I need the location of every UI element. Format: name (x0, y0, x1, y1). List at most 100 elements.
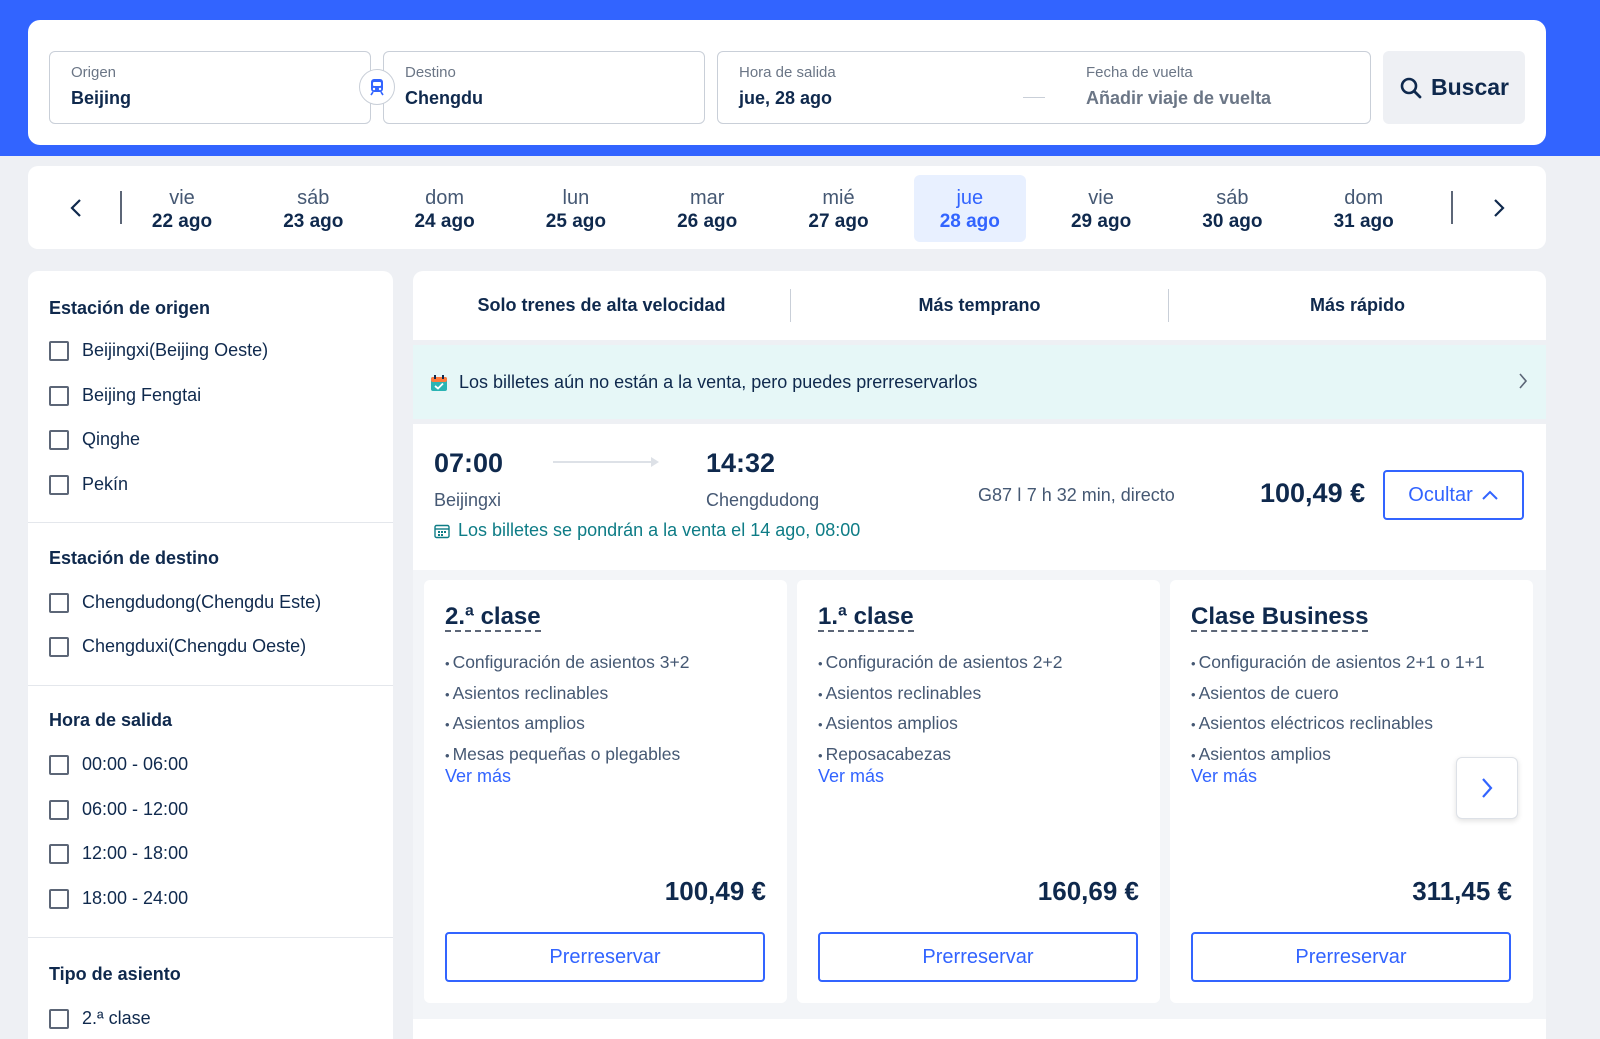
chevron-left-icon[interactable] (58, 190, 94, 226)
filter-option[interactable]: Qinghe (49, 429, 140, 450)
checkbox[interactable] (49, 754, 69, 775)
see-more-link[interactable]: Ver más (445, 766, 511, 787)
date-day-month: 30 ago (1202, 211, 1263, 232)
date-day-month: 27 ago (808, 211, 869, 232)
feature-list: Configuración de asientos 3+2 Asientos r… (445, 648, 690, 770)
date-weekday: sáb (1216, 187, 1249, 209)
calendar-icon (434, 524, 450, 538)
date-option[interactable]: sáb 23 ago (257, 175, 369, 242)
date-weekday: jue (956, 187, 984, 209)
filter-option-label: Beijing Fengtai (82, 385, 202, 405)
strip-divider (1451, 191, 1453, 224)
hide-button[interactable]: Ocultar (1383, 470, 1524, 520)
filter-option[interactable]: Beijing Fengtai (49, 385, 201, 406)
notice-text: Los billetes aún no están a la venta, pe… (459, 372, 978, 392)
date-weekday: vie (169, 187, 195, 209)
destination-field[interactable]: Destino Chengdu (383, 51, 705, 124)
filter-option[interactable]: 2.ª clase (49, 1008, 151, 1029)
filter-option[interactable]: 06:00 - 12:00 (49, 799, 188, 820)
departure-label: Hora de salida (739, 64, 836, 81)
chevron-right-icon[interactable] (1481, 190, 1517, 226)
filter-option[interactable]: Pekín (49, 474, 128, 495)
prebook-button[interactable]: Prerreservar (818, 932, 1138, 982)
search-icon (1400, 77, 1422, 98)
sort-fastest[interactable]: Más rápido (1169, 271, 1546, 340)
presale-notice[interactable]: Los billetes aún no están a la venta, pe… (413, 345, 1546, 419)
date-weekday: dom (425, 187, 465, 209)
date-day-month: 26 ago (677, 211, 738, 232)
date-weekday: vie (1088, 187, 1114, 209)
date-option[interactable]: lun 25 ago (520, 175, 632, 242)
filter-option[interactable]: 18:00 - 24:00 (49, 888, 188, 909)
class-name[interactable]: 2.ª clase (445, 603, 541, 633)
see-more-link[interactable]: Ver más (1191, 766, 1257, 787)
results-panel: Solo trenes de alta velocidad Más tempra… (413, 271, 1546, 1039)
filter-title: Estación de origen (49, 298, 211, 318)
date-separator (1023, 97, 1045, 98)
checkbox[interactable] (49, 636, 69, 657)
checkbox[interactable] (49, 799, 69, 820)
filter-option[interactable]: Beijingxi(Beijing Oeste) (49, 340, 268, 361)
next-classes-button[interactable] (1456, 757, 1518, 819)
class-name[interactable]: Clase Business (1191, 603, 1369, 633)
filter-option-label: Chengdudong(Chengdu Este) (82, 592, 322, 612)
see-more-link[interactable]: Ver más (818, 766, 884, 787)
sort-bar: Solo trenes de alta velocidad Más tempra… (413, 271, 1546, 340)
class-card: 2.ª clase Configuración de asientos 3+2 … (424, 580, 787, 1003)
date-option[interactable]: vie 29 ago (1045, 175, 1157, 242)
date-option[interactable]: jue 28 ago (913, 175, 1026, 242)
destination-value[interactable]: Chengdu (405, 88, 483, 109)
filter-title: Hora de salida (49, 710, 173, 730)
checkbox[interactable] (49, 429, 69, 450)
train-result-row[interactable]: 07:00 Beijingxi 14:32 Chengdudong Los bi… (413, 424, 1546, 570)
search-form: Origen Beijing Destino Chengdu Hora de s… (28, 20, 1546, 145)
date-day-month: 25 ago (545, 211, 606, 232)
train-icon[interactable] (359, 69, 395, 105)
dates-field[interactable]: Hora de salida jue, 28 ago Fecha de vuel… (717, 51, 1371, 124)
class-price: 160,69 € (1037, 876, 1139, 906)
route-arrow-head (651, 457, 659, 467)
date-option[interactable]: sáb 30 ago (1176, 175, 1288, 242)
search-button[interactable]: Buscar (1383, 51, 1525, 124)
date-option[interactable]: dom 24 ago (389, 175, 501, 242)
date-option[interactable]: mar 26 ago (651, 175, 763, 242)
checkbox[interactable] (49, 340, 69, 361)
sort-high-speed[interactable]: Solo trenes de alta velocidad (413, 271, 790, 340)
filter-option-label: 2.ª clase (82, 1008, 151, 1028)
checkbox[interactable] (49, 843, 69, 864)
origin-value[interactable]: Beijing (71, 88, 131, 109)
filter-destination-station: Estación de destino Chengdudong(Chengdu … (28, 522, 393, 685)
origin-field[interactable]: Origen Beijing (49, 51, 371, 124)
filter-option[interactable]: Chengduxi(Chengdu Oeste) (49, 636, 306, 657)
feature-item: Configuración de asientos 2+1 o 1+1 (1191, 648, 1485, 679)
filter-option-label: 00:00 - 06:00 (82, 754, 189, 774)
prebook-button[interactable]: Prerreservar (1191, 932, 1511, 982)
checkbox[interactable] (49, 888, 69, 909)
filter-option-label: 12:00 - 18:00 (82, 843, 189, 863)
checkbox[interactable] (49, 474, 69, 495)
checkbox[interactable] (49, 385, 69, 406)
origin-label: Origen (71, 64, 117, 81)
filter-option[interactable]: 12:00 - 18:00 (49, 843, 188, 864)
date-weekday: mar (689, 187, 725, 209)
filter-option[interactable]: 00:00 - 06:00 (49, 754, 188, 775)
date-option[interactable]: dom 31 ago (1308, 175, 1420, 242)
filter-title: Tipo de asiento (49, 964, 181, 984)
date-option[interactable]: vie 22 ago (126, 175, 238, 242)
date-option[interactable]: mié 27 ago (783, 175, 895, 242)
filter-sidebar: Estación de origen Beijingxi(Beijing Oes… (28, 271, 393, 1039)
filter-seat-type: Tipo de asiento 2.ª clase (28, 937, 393, 1039)
arrive-time: 14:32 (706, 448, 776, 478)
return-value[interactable]: Añadir viaje de vuelta (1086, 88, 1271, 109)
prebook-button[interactable]: Prerreservar (445, 932, 765, 982)
checkbox[interactable] (49, 1008, 69, 1029)
date-strip: vie 22 ago sáb 23 ago dom 24 ago lun 25 ago mar 2… (28, 166, 1546, 249)
date-day-month: 28 ago (939, 211, 1000, 232)
departure-value[interactable]: jue, 28 ago (739, 88, 832, 109)
filter-option[interactable]: Chengdudong(Chengdu Este) (49, 592, 321, 613)
checkbox[interactable] (49, 592, 69, 613)
strip-divider (120, 191, 122, 224)
sale-note-text: Los billetes se pondrán a la venta el 14… (458, 520, 861, 540)
class-name[interactable]: 1.ª clase (818, 603, 914, 633)
sort-earliest[interactable]: Más temprano (791, 271, 1168, 340)
